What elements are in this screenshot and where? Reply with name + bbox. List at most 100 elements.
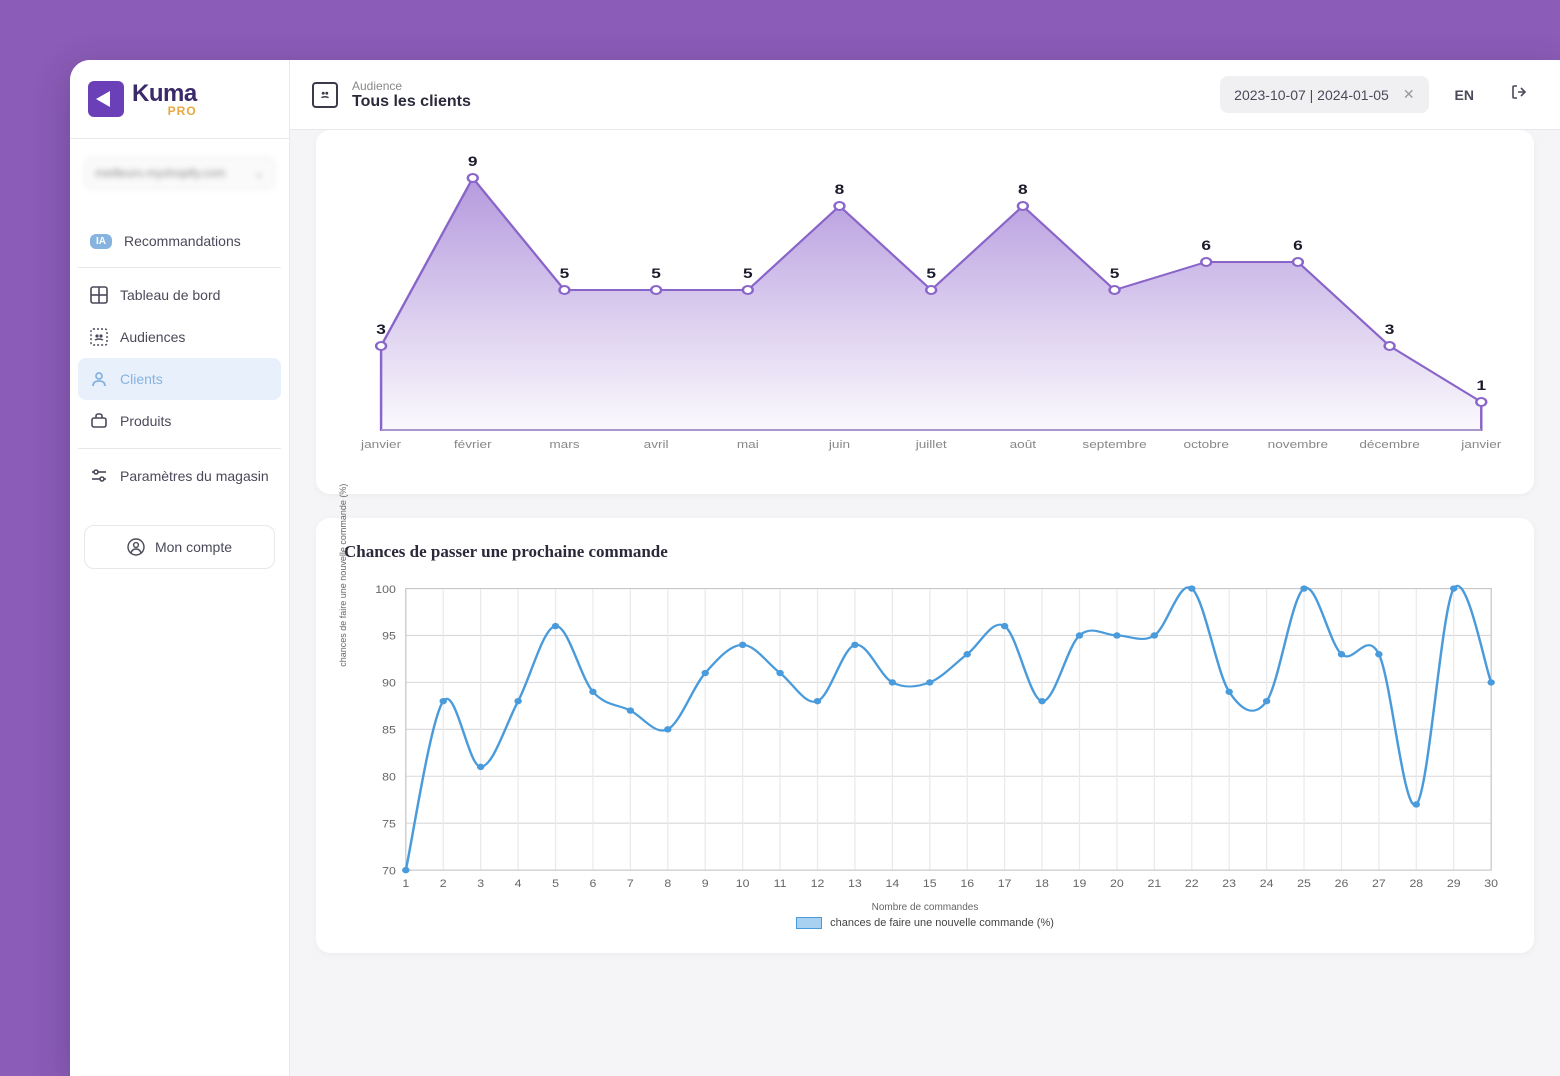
svg-text:4: 4 [515,879,522,890]
user-icon [90,370,108,388]
close-icon[interactable]: ✕ [1403,86,1415,103]
svg-text:25: 25 [1297,879,1311,890]
logo-icon [88,81,124,117]
store-selector[interactable]: meilleurs.myshopify.com ⌄ [84,157,275,189]
svg-text:septembre: septembre [1082,438,1146,450]
svg-text:19: 19 [1073,879,1087,890]
svg-text:novembre: novembre [1268,438,1329,450]
logo: Kuma PRO [70,60,289,139]
svg-text:5: 5 [560,266,570,281]
store-selector-value: meilleurs.myshopify.com [95,166,225,180]
svg-text:3: 3 [376,322,386,337]
sidebar-item-label: Audiences [120,329,185,345]
svg-text:26: 26 [1335,879,1349,890]
breadcrumb-value: Tous les clients [352,93,471,111]
svg-text:24: 24 [1260,879,1274,890]
sidebar-item-label: Paramètres du magasin [120,468,269,484]
svg-text:janvier: janvier [360,438,401,450]
language-toggle[interactable]: EN [1443,77,1486,113]
sidebar-item-label: Recommandations [124,233,241,249]
next-order-chart-card: Chances de passer une prochaine commande… [316,518,1534,953]
svg-text:9: 9 [702,879,709,890]
svg-text:13: 13 [848,879,862,890]
svg-text:18: 18 [1035,879,1049,890]
sidebar-item-label: Produits [120,413,171,429]
svg-text:17: 17 [998,879,1012,890]
next-order-line-chart: 7075808590951001234567891011121314151617… [344,580,1506,900]
svg-text:5: 5 [552,879,559,890]
svg-text:29: 29 [1447,879,1461,890]
sidebar-item-clients[interactable]: Clients [78,358,281,400]
svg-text:80: 80 [382,772,396,783]
account-button-label: Mon compte [155,539,232,555]
svg-text:juillet: juillet [915,438,948,450]
svg-text:1: 1 [402,879,409,890]
svg-text:70: 70 [382,866,396,877]
svg-text:6: 6 [1201,238,1211,253]
breadcrumb-label: Audience [352,79,471,93]
svg-text:1: 1 [1476,378,1486,393]
sidebar-item-label: Tableau de bord [120,287,220,303]
svg-text:9: 9 [468,154,478,169]
svg-text:11: 11 [774,879,787,890]
logout-icon [1510,88,1528,105]
svg-text:75: 75 [382,819,396,830]
sidebar-item-audiences[interactable]: Audiences [78,316,281,358]
app-window: Kuma PRO meilleurs.myshopify.com ⌄ IA Re… [70,60,1560,1076]
sidebar-item-label: Clients [120,371,163,387]
svg-text:5: 5 [1110,266,1120,281]
logo-sub: PRO [132,104,197,118]
nav: IA Recommandations Tableau de bord Audie… [70,207,289,511]
date-range-picker[interactable]: 2023-10-07 | 2024-01-05 ✕ [1220,76,1428,113]
sidebar-item-dashboard[interactable]: Tableau de bord [78,274,281,316]
svg-text:octobre: octobre [1184,438,1229,450]
ia-badge: IA [90,234,112,249]
svg-text:août: août [1010,438,1037,450]
chart-title: Chances de passer une prochaine commande [344,542,1506,562]
svg-text:21: 21 [1147,879,1161,890]
svg-text:16: 16 [960,879,974,890]
svg-text:90: 90 [382,678,396,689]
svg-text:décembre: décembre [1359,438,1420,450]
svg-text:6: 6 [1293,238,1303,253]
sidebar-item-recommendations[interactable]: IA Recommandations [78,221,281,261]
svg-text:5: 5 [926,266,936,281]
svg-text:3: 3 [477,879,484,890]
svg-text:15: 15 [923,879,937,890]
svg-text:juin: juin [828,438,850,450]
language-label: EN [1455,87,1474,103]
svg-text:7: 7 [627,879,634,890]
chevron-down-icon: ⌄ [254,166,264,180]
svg-text:23: 23 [1222,879,1236,890]
x-axis-title: Nombre de commandes [344,902,1506,913]
audience-frame-icon [312,82,338,108]
svg-text:8: 8 [835,182,845,197]
sliders-icon [90,467,108,485]
svg-text:mai: mai [737,438,759,450]
svg-text:30: 30 [1484,879,1498,890]
monthly-area-chart-card: 3janvier9février5mars5avril5mai8juin5jui… [316,130,1534,494]
svg-text:6: 6 [590,879,597,890]
svg-text:10: 10 [736,879,750,890]
date-range-value: 2023-10-07 | 2024-01-05 [1234,87,1389,103]
svg-text:8: 8 [1018,182,1028,197]
svg-text:février: février [454,438,492,450]
svg-text:12: 12 [811,879,825,890]
svg-text:5: 5 [651,266,661,281]
account-button[interactable]: Mon compte [84,525,275,569]
logout-button[interactable] [1500,73,1538,116]
audience-icon [90,328,108,346]
grid-icon [90,286,108,304]
sidebar-item-products[interactable]: Produits [78,400,281,442]
svg-text:14: 14 [885,879,899,890]
sidebar: Kuma PRO meilleurs.myshopify.com ⌄ IA Re… [70,60,290,1076]
sidebar-item-settings[interactable]: Paramètres du magasin [78,455,281,497]
svg-text:95: 95 [382,631,396,642]
svg-text:22: 22 [1185,879,1199,890]
svg-text:8: 8 [664,879,671,890]
svg-text:3: 3 [1385,322,1395,337]
content: 3janvier9février5mars5avril5mai8juin5jui… [290,130,1560,1076]
monthly-area-chart: 3janvier9février5mars5avril5mai8juin5jui… [344,140,1506,470]
svg-text:100: 100 [375,584,396,595]
svg-text:janvier: janvier [1460,438,1501,450]
